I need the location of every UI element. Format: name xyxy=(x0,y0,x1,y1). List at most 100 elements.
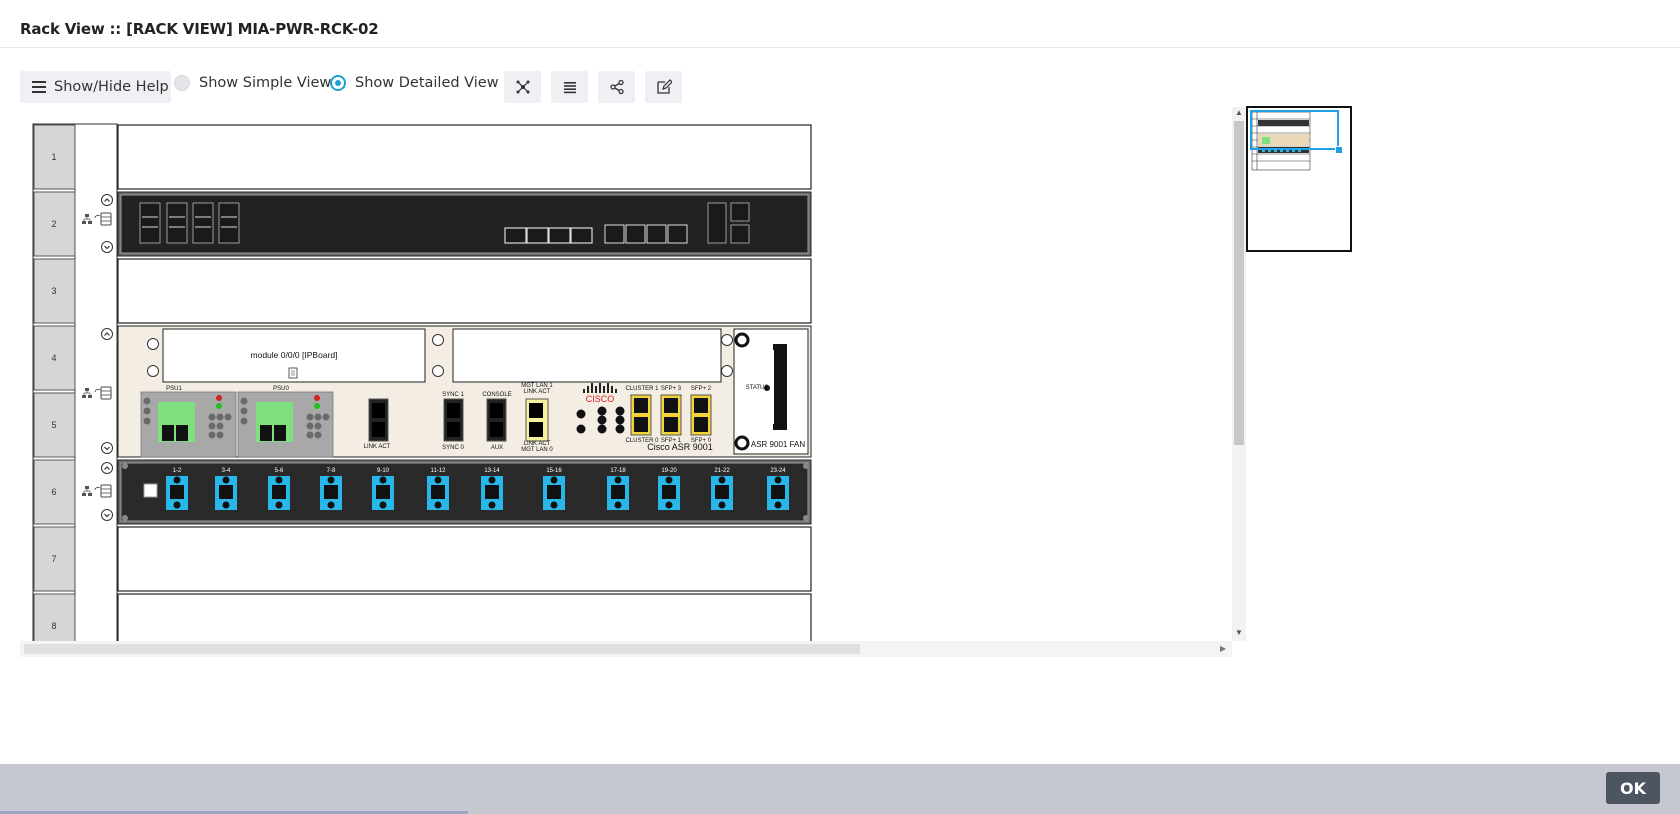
minimap-resize-handle[interactable] xyxy=(1335,146,1343,154)
cisco-brand: CISCO xyxy=(586,394,615,404)
slot-number: 5 xyxy=(51,420,56,430)
fan-tray[interactable]: STATUS ASR 9001 FAN xyxy=(733,328,809,455)
move-up-icon[interactable] xyxy=(101,194,113,206)
psu0-label: PSU0 xyxy=(273,386,289,392)
patch-port-label: 23-24 xyxy=(770,468,786,474)
empty-slot-3[interactable] xyxy=(117,258,812,324)
patch-port-label: 9-10 xyxy=(377,468,390,474)
module-bay-empty[interactable] xyxy=(452,328,722,383)
link-act-label: LINK ACT xyxy=(364,444,391,450)
patch-port-led xyxy=(550,476,558,484)
patch-port-led xyxy=(774,476,782,484)
patch-port-label: 1-2 xyxy=(173,468,182,474)
patch-port-label: 7-8 xyxy=(327,468,336,474)
show-hide-help-button[interactable]: Show/Hide Help xyxy=(20,71,171,103)
dialog-titlebar: Rack View :: [RACK VIEW] MIA-PWR-RCK-02 xyxy=(0,0,1680,48)
patch-port-label: 3-4 xyxy=(222,468,231,474)
minimap-viewport-frame[interactable] xyxy=(1250,110,1339,150)
patch-port-socket xyxy=(219,485,233,499)
slot-number: 7 xyxy=(51,554,56,564)
patch-port-led xyxy=(774,501,782,509)
simple-view-label: Show Simple View xyxy=(199,75,332,91)
module-icon xyxy=(288,367,298,379)
patch-port-led xyxy=(275,501,283,509)
patch-port-socket xyxy=(431,485,445,499)
detailed-view-radio[interactable]: Show Detailed View xyxy=(330,75,499,91)
sfp2-label: SFP+ 2 xyxy=(691,386,712,392)
patch-port-socket xyxy=(611,485,625,499)
patch-port-led xyxy=(275,476,283,484)
patch-panel-device[interactable]: 1-2 3-4 5-6 7-8 9-10 11-12 13-14 15-16 17-18 19-2… xyxy=(117,459,812,525)
rack-toolbar: Show/Hide Help Show Simple View Show Det… xyxy=(20,71,700,103)
share-button[interactable] xyxy=(598,71,635,103)
status-label: STATUS xyxy=(746,385,769,391)
patch-port-led xyxy=(614,476,622,484)
patch-port-socket xyxy=(324,485,338,499)
patch-port-led xyxy=(718,476,726,484)
patch-port-label: 5-6 xyxy=(275,468,284,474)
patch-port-led xyxy=(434,476,442,484)
edit-button[interactable] xyxy=(645,71,682,103)
patch-port-led xyxy=(222,501,230,509)
slot-number: 8 xyxy=(51,621,56,631)
dialog-title: Rack View :: [RACK VIEW] MIA-PWR-RCK-02 xyxy=(20,20,379,38)
rack-overview-minimap[interactable] xyxy=(1246,106,1352,252)
scroll-right-arrow-icon[interactable]: ▶ xyxy=(1220,644,1226,653)
slot-number: 4 xyxy=(51,353,56,363)
detailed-view-label: Show Detailed View xyxy=(355,75,499,91)
psu0[interactable]: PSU0 xyxy=(237,386,334,458)
list-view-button[interactable] xyxy=(551,71,588,103)
move-down-icon[interactable] xyxy=(101,509,113,521)
sync1-label: SYNC 1 xyxy=(442,392,464,398)
module-label: module 0/0/0 [IPBoard] xyxy=(251,350,338,360)
psu1-label: PSU1 xyxy=(166,386,182,392)
model-label: Cisco ASR 9001 xyxy=(647,442,713,452)
patch-port-led xyxy=(222,476,230,484)
show-hide-help-label: Show/Hide Help xyxy=(54,79,169,95)
patch-port-led xyxy=(327,476,335,484)
console-label: CONSOLE xyxy=(482,392,511,398)
patch-port-socket xyxy=(376,485,390,499)
empty-slot-7[interactable] xyxy=(117,526,812,592)
uplink-port-strip xyxy=(504,227,593,244)
topology-button[interactable] xyxy=(504,71,541,103)
patch-port-led xyxy=(173,501,181,509)
empty-slot-1[interactable] xyxy=(117,124,812,190)
patch-port-led xyxy=(665,501,673,509)
patch-port-label: 13-14 xyxy=(484,468,500,474)
vertical-scrollbar[interactable]: ▲ ▼ xyxy=(1232,107,1246,641)
cluster-sfp-ports[interactable]: CLUSTER 1 SFP+ 3 SFP+ 2 CLUSTER 0 SFP+ 1… xyxy=(625,386,711,444)
patch-port-led xyxy=(434,501,442,509)
patch-port-label: 19-20 xyxy=(661,468,677,474)
patch-port-led xyxy=(718,501,726,509)
rack-canvas[interactable]: 1 2 3 4 5 6 7 8 module 0/0/0 [IPBoard] P… xyxy=(20,107,1246,657)
patch-port-led xyxy=(379,476,387,484)
move-down-icon[interactable] xyxy=(101,442,113,454)
patch-port-label: 21-22 xyxy=(714,468,730,474)
ok-button[interactable]: OK xyxy=(1606,772,1660,804)
patch-port-led xyxy=(614,501,622,509)
dialog-footer: OK xyxy=(0,764,1680,814)
patch-port-label: 11-12 xyxy=(431,468,447,474)
move-up-icon[interactable] xyxy=(101,328,113,340)
horizontal-scroll-thumb[interactable] xyxy=(24,644,860,654)
cisco-asr-9001-device[interactable]: module 0/0/0 [IPBoard] PSU1 PSU0 LINK AC… xyxy=(117,325,812,458)
patch-port-socket xyxy=(715,485,729,499)
scroll-up-arrow-icon[interactable]: ▲ xyxy=(1235,109,1243,117)
slot-number: 1 xyxy=(51,152,56,162)
fan-label: ASR 9001 FAN xyxy=(751,440,805,449)
sync0-label: SYNC 0 xyxy=(442,445,464,451)
patch-port-label: 17-18 xyxy=(610,468,626,474)
menu-icon xyxy=(32,81,46,93)
move-up-icon[interactable] xyxy=(101,462,113,474)
vertical-scroll-thumb[interactable] xyxy=(1234,121,1244,445)
move-down-icon[interactable] xyxy=(101,241,113,253)
scroll-down-arrow-icon[interactable]: ▼ xyxy=(1235,629,1243,637)
slot-number: 3 xyxy=(51,286,56,296)
cisco-logo: CISCO xyxy=(583,383,617,404)
patch-port-led xyxy=(665,476,673,484)
horizontal-scrollbar[interactable]: ▶ xyxy=(20,641,1232,657)
simple-view-radio[interactable]: Show Simple View xyxy=(174,75,331,91)
psu1[interactable]: PSU1 xyxy=(140,386,237,458)
switch-device[interactable] xyxy=(117,191,812,257)
